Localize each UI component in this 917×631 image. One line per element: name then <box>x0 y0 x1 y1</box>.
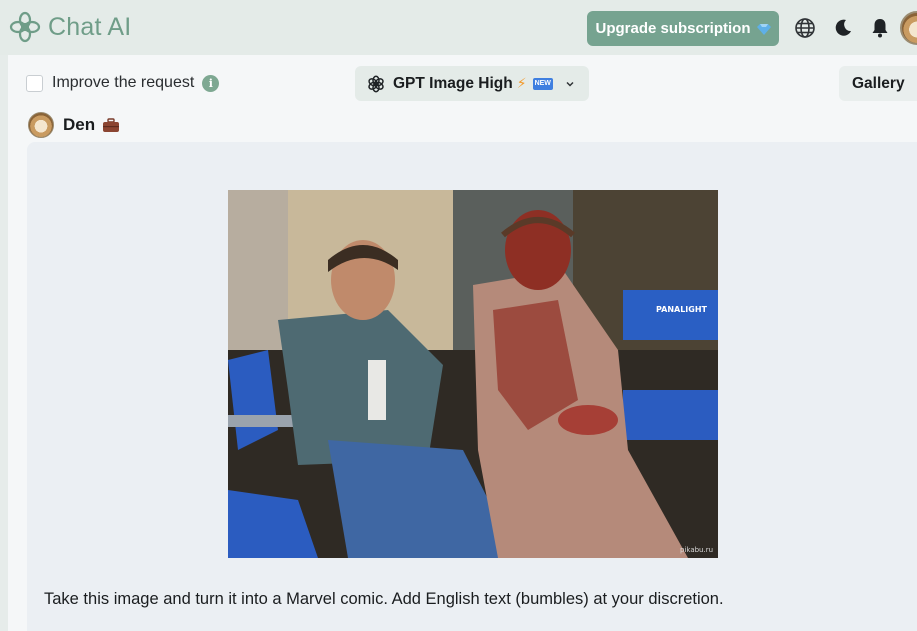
model-selector[interactable]: GPT Image High ⚡ NEW <box>355 66 589 101</box>
chevron-down-icon <box>566 81 574 87</box>
briefcase-icon <box>103 117 120 132</box>
new-badge: NEW <box>532 77 553 90</box>
improve-request-label: Improve the request <box>52 74 195 91</box>
info-icon[interactable]: i <box>202 74 220 92</box>
message-author: Den <box>28 112 120 138</box>
upgrade-label: Upgrade subscription <box>595 20 751 37</box>
top-bar: Chat AI Upgrade subscription <box>0 0 917 55</box>
openai-icon <box>368 75 384 92</box>
app-title: Chat AI <box>48 12 132 41</box>
lightning-icon: ⚡ <box>516 75 527 91</box>
image-watermark: pikabu.ru <box>680 546 713 554</box>
attached-image[interactable]: PANALIGHT pikabu.ru <box>228 190 718 558</box>
improve-request-checkbox[interactable] <box>26 74 43 92</box>
globe-icon[interactable] <box>793 16 817 40</box>
author-name: Den <box>63 115 96 134</box>
logo-icon <box>9 11 41 43</box>
author-avatar <box>28 112 54 138</box>
left-edge <box>0 55 8 631</box>
upgrade-subscription-button[interactable]: Upgrade subscription <box>587 11 779 46</box>
improve-request-option[interactable]: Improve the request i <box>26 74 220 92</box>
gem-icon <box>756 23 771 35</box>
bell-icon[interactable] <box>868 16 892 40</box>
user-avatar[interactable] <box>900 11 917 45</box>
moon-icon[interactable] <box>831 16 855 40</box>
gallery-button[interactable]: Gallery <box>839 66 917 101</box>
model-name: GPT Image High <box>393 74 513 92</box>
chair-label: PANALIGHT <box>656 305 708 314</box>
message-text: Take this image and turn it into a Marve… <box>44 590 724 608</box>
gallery-label: Gallery <box>852 74 905 92</box>
image-illustration: PANALIGHT pikabu.ru <box>228 190 718 558</box>
app-logo[interactable]: Chat AI <box>9 11 131 43</box>
